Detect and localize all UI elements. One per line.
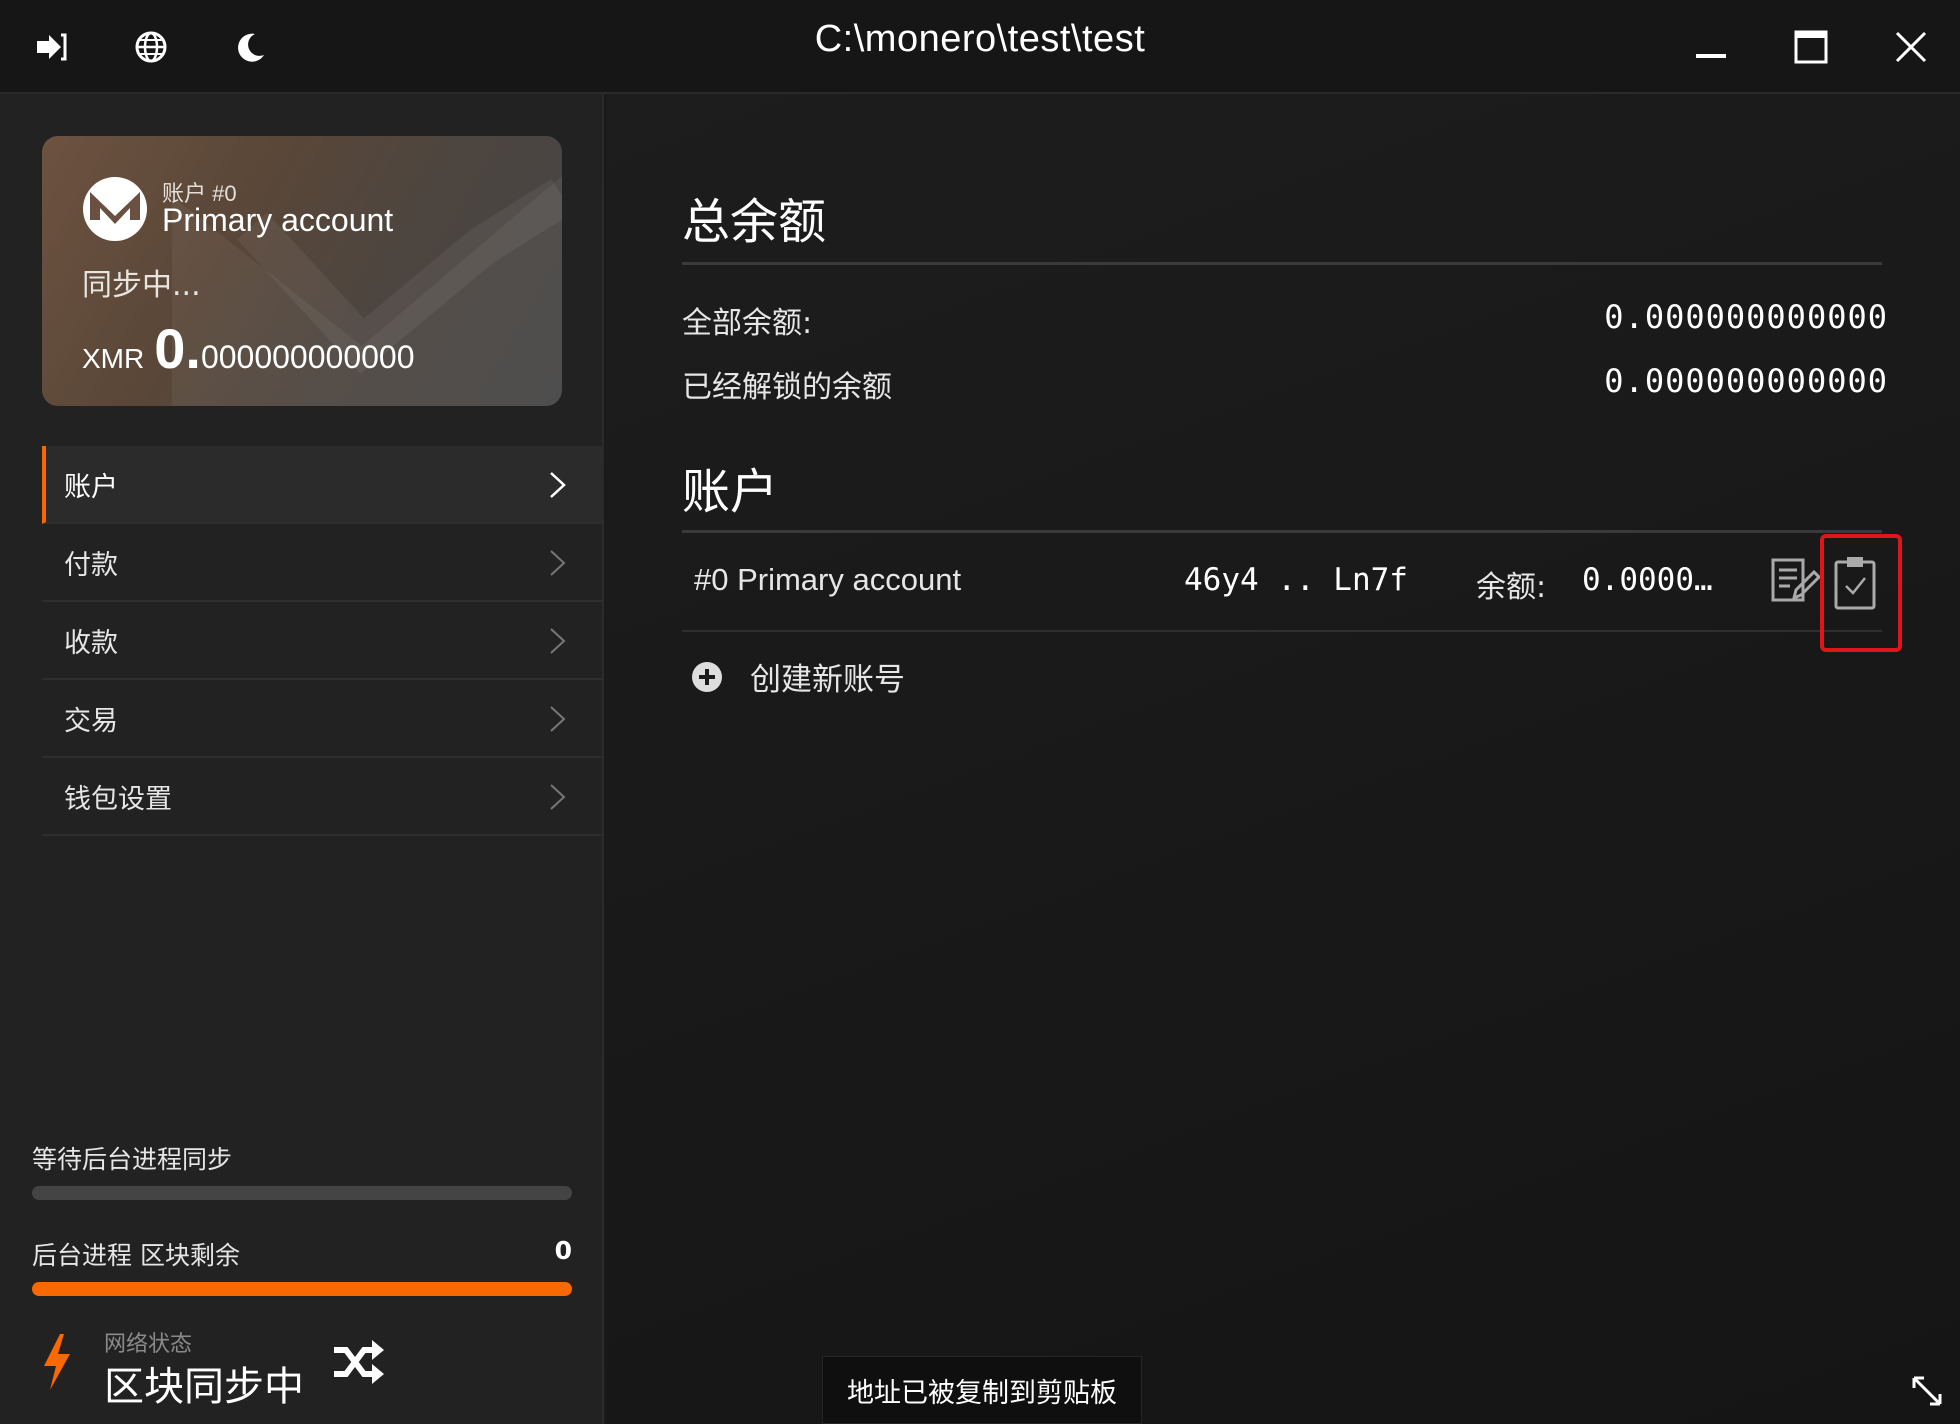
chevron-right-icon — [550, 472, 566, 498]
total-balance-value: 0.000000000000 — [1604, 298, 1888, 336]
shuffle-icon[interactable] — [330, 1334, 386, 1390]
daemon-blocks-progress — [32, 1282, 572, 1296]
account-row-name: #0 Primary account — [694, 562, 962, 597]
chevron-right-icon — [550, 550, 566, 576]
resize-icon[interactable] — [1910, 1374, 1944, 1408]
account-row-balance: 0.0000… — [1582, 562, 1713, 598]
daemon-blocks-label: 后台进程 区块剩余 — [32, 1241, 240, 1270]
account-row-address: 46y4 .. Ln7f — [1184, 562, 1408, 598]
toast-message: 地址已被复制到剪贴板 — [847, 1377, 1117, 1409]
balance-integer: 0. — [154, 317, 201, 380]
daemon-wait-label: 等待后台进程同步 — [32, 1145, 233, 1174]
account-card[interactable]: 账户 #0 Primary account 同步中... XMR 0. 0000… — [42, 136, 562, 406]
sidebar-item-receive[interactable]: 收款 — [42, 602, 604, 680]
account-row[interactable]: #0 Primary account 46y4 .. Ln7f 余额: 0.00… — [682, 532, 1882, 632]
window-title: C:\monero\test\test — [814, 18, 1146, 60]
card-balance: XMR 0. 000000000000 — [82, 316, 415, 381]
copy-highlight-box — [1820, 534, 1902, 652]
daemon-wait-progress — [32, 1186, 572, 1200]
sidebar-item-send[interactable]: 付款 — [42, 524, 604, 602]
chevron-right-icon — [550, 784, 566, 810]
currency-label: XMR — [82, 343, 145, 374]
sidebar-item-label: 交易 — [64, 705, 118, 737]
accounts-heading: 账户 — [682, 464, 779, 520]
sidebar-item-label: 收款 — [64, 627, 118, 659]
title-bar: C:\monero\test\test — [0, 0, 1960, 94]
plus-circle-icon — [692, 661, 722, 692]
globe-icon[interactable] — [126, 22, 176, 72]
sidebar-item-account[interactable]: 账户 — [42, 446, 604, 524]
sidebar-item-label: 付款 — [64, 549, 118, 581]
create-account-button[interactable]: 创建新账号 — [690, 654, 905, 699]
create-account-label: 创建新账号 — [750, 662, 905, 698]
sidebar-item-wallet-settings[interactable]: 钱包设置 — [42, 758, 604, 836]
sidebar-nav: 账户 付款 收款 交易 钱包设置 — [42, 446, 604, 836]
unlocked-balance-value: 0.000000000000 — [1604, 362, 1888, 400]
sync-status: 同步中... — [82, 268, 201, 303]
moon-icon[interactable] — [226, 22, 276, 72]
maximize-icon[interactable] — [1786, 22, 1836, 72]
total-balance-heading: 总余额 — [682, 194, 827, 250]
toast-notification: 地址已被复制到剪贴板 — [822, 1356, 1142, 1424]
close-icon[interactable] — [1886, 22, 1936, 72]
monero-logo — [82, 176, 148, 242]
lightning-icon — [44, 1334, 70, 1390]
divider — [682, 262, 1882, 265]
daemon-blocks-count: 0 — [554, 1236, 572, 1265]
sidebar-item-transactions[interactable]: 交易 — [42, 680, 604, 758]
main-panel: 总余额 全部余额: 0.000000000000 已经解锁的余额 0.00000… — [606, 94, 1960, 1424]
account-row-balance-label: 余额: — [1476, 570, 1547, 605]
chevron-right-icon — [550, 628, 566, 654]
sidebar-item-label: 钱包设置 — [64, 783, 172, 815]
account-name: Primary account — [162, 202, 394, 238]
unlocked-balance-label: 已经解锁的余额 — [682, 370, 892, 405]
network-status-value: 区块同步中 — [104, 1364, 304, 1410]
sidebar-item-label: 账户 — [64, 471, 118, 503]
minimize-icon[interactable] — [1686, 22, 1736, 72]
logout-icon[interactable] — [26, 22, 76, 72]
edit-icon[interactable] — [1770, 556, 1820, 606]
chevron-right-icon — [550, 706, 566, 732]
daemon-blocks-fill — [32, 1282, 572, 1296]
total-balance-label: 全部余额: — [682, 306, 813, 341]
sidebar: 账户 #0 Primary account 同步中... XMR 0. 0000… — [0, 94, 604, 1424]
balance-fraction: 000000000000 — [200, 339, 415, 375]
